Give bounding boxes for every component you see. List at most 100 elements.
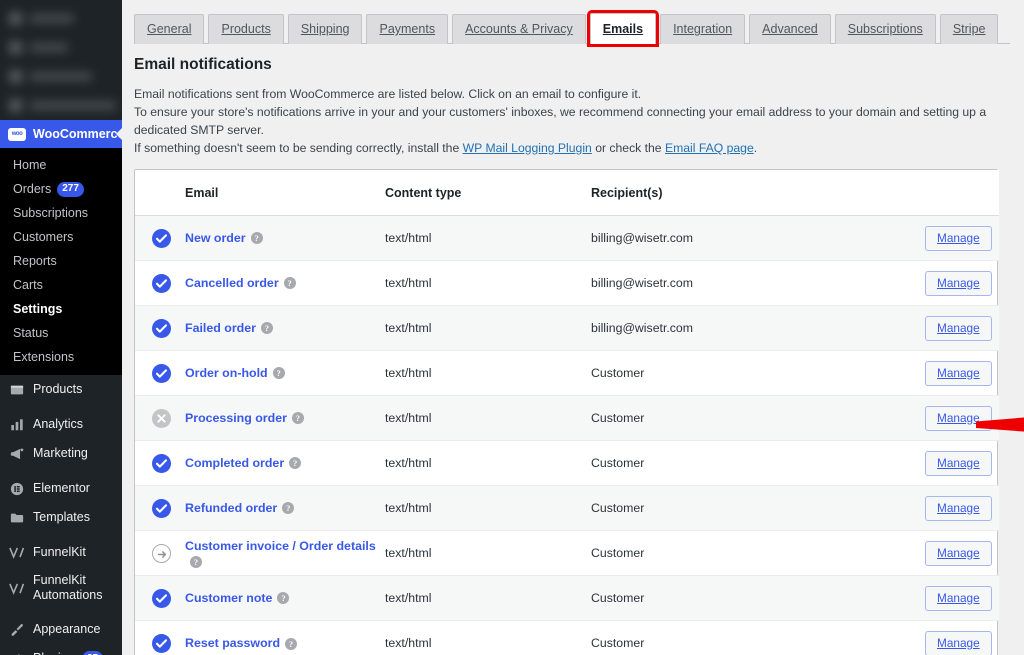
tab-products[interactable]: Products	[208, 14, 283, 44]
manage-button[interactable]: Manage	[925, 631, 992, 655]
row-status-cell	[135, 486, 185, 531]
manage-button[interactable]: Manage	[925, 451, 992, 476]
sidebar-subitem-orders[interactable]: Orders277	[0, 177, 122, 201]
obscured-icon	[9, 99, 22, 112]
help-tip-icon[interactable]: ?	[292, 412, 304, 424]
tab-advanced[interactable]: Advanced	[749, 14, 831, 44]
email-link[interactable]: Cancelled order	[185, 276, 279, 290]
help-tip-icon[interactable]: ?	[284, 277, 296, 289]
help-tip-icon[interactable]: ?	[261, 322, 273, 334]
check-circle-icon[interactable]	[152, 229, 171, 248]
email-link[interactable]: Failed order	[185, 321, 256, 335]
manage-button[interactable]: Manage	[925, 361, 992, 386]
row-content-type-cell: text/html	[385, 531, 591, 576]
tab-integration[interactable]: Integration	[660, 14, 745, 44]
x-circle-icon[interactable]	[152, 409, 171, 428]
column-header-recipients: Recipient(s)	[591, 170, 921, 216]
tab-stripe[interactable]: Stripe	[940, 14, 999, 44]
sidebar-item-funnelkit-automations[interactable]: FunnelKit Automations	[0, 567, 122, 609]
manage-button[interactable]: Manage	[925, 586, 992, 611]
obscured-item-3[interactable]	[0, 62, 122, 91]
sidebar-subitem-customers[interactable]: Customers	[0, 225, 122, 249]
email-link[interactable]: Refunded order	[185, 501, 277, 515]
row-content-type-cell: text/html	[385, 351, 591, 396]
sidebar-subitem-status[interactable]: Status	[0, 321, 122, 345]
email-faq-page-link[interactable]: Email FAQ page	[665, 141, 754, 155]
sidebar-subitem-subscriptions[interactable]: Subscriptions	[0, 201, 122, 225]
help-tip-icon[interactable]: ?	[251, 232, 263, 244]
check-circle-icon[interactable]	[152, 274, 171, 293]
tab-payments[interactable]: Payments	[366, 14, 448, 44]
tab-subscriptions[interactable]: Subscriptions	[835, 14, 936, 44]
sidebar-item-analytics[interactable]: Analytics	[0, 410, 122, 439]
tab-emails[interactable]: Emails	[590, 13, 656, 44]
email-link[interactable]: New order	[185, 231, 246, 245]
help-tip-icon[interactable]: ?	[289, 457, 301, 469]
sidebar-item-products[interactable]: Products	[0, 375, 122, 404]
sidebar-item-marketing[interactable]: Marketing	[0, 439, 122, 468]
sidebar-item-woocommerce[interactable]: woo WooCommerce	[0, 120, 122, 148]
sidebar-subitem-home[interactable]: Home	[0, 153, 122, 177]
email-link[interactable]: Completed order	[185, 456, 284, 470]
arrow-circle-icon[interactable]	[152, 544, 171, 563]
tab-accounts-privacy[interactable]: Accounts & Privacy	[452, 14, 586, 44]
email-link[interactable]: Customer invoice / Order details	[185, 539, 376, 553]
wp-mail-logging-plugin-link[interactable]: WP Mail Logging Plugin	[463, 141, 592, 155]
check-circle-icon[interactable]	[152, 364, 171, 383]
obscured-item-4[interactable]	[0, 91, 122, 120]
manage-button[interactable]: Manage	[925, 226, 992, 251]
row-status-cell	[135, 441, 185, 486]
row-status-cell	[135, 306, 185, 351]
obscured-item-1[interactable]	[0, 4, 122, 33]
page-description: Email notifications sent from WooCommerc…	[134, 85, 1024, 157]
tab-shipping[interactable]: Shipping	[288, 14, 363, 44]
sidebar-item-funnelkit[interactable]: FunnelKit	[0, 538, 122, 567]
obscured-item-2[interactable]	[0, 33, 122, 62]
check-circle-icon[interactable]	[152, 499, 171, 518]
table-row[interactable]: Customer note?text/htmlCustomerManage	[135, 576, 999, 621]
email-link[interactable]: Processing order	[185, 411, 287, 425]
help-tip-icon[interactable]: ?	[285, 638, 297, 650]
table-row[interactable]: Refunded order?text/htmlCustomerManage	[135, 486, 999, 531]
help-tip-icon[interactable]: ?	[277, 592, 289, 604]
check-circle-icon[interactable]	[152, 589, 171, 608]
sidebar-item-appearance[interactable]: Appearance	[0, 615, 122, 644]
row-email-cell: Cancelled order?	[185, 261, 385, 306]
help-tip-icon[interactable]: ?	[190, 556, 202, 568]
check-circle-icon[interactable]	[152, 319, 171, 338]
sidebar-item-plugins[interactable]: Plugins35	[0, 644, 122, 655]
table-row[interactable]: Cancelled order?text/htmlbilling@wisetr.…	[135, 261, 999, 306]
table-row[interactable]: Customer invoice / Order details? text/ht…	[135, 531, 999, 576]
table-row[interactable]: Reset password?text/htmlCustomerManage	[135, 621, 999, 655]
help-tip-icon[interactable]: ?	[282, 502, 294, 514]
email-link[interactable]: Reset password	[185, 636, 280, 650]
sidebar-subitem-settings[interactable]: Settings	[0, 297, 122, 321]
sidebar-subitem-carts[interactable]: Carts	[0, 273, 122, 297]
wp-admin-sidebar: woo WooCommerce HomeOrders277Subscriptio…	[0, 0, 122, 655]
check-circle-icon[interactable]	[152, 454, 171, 473]
help-tip-icon[interactable]: ?	[273, 367, 285, 379]
row-content-type-cell: text/html	[385, 396, 591, 441]
table-row[interactable]: New order?text/htmlbilling@wisetr.comMan…	[135, 216, 999, 261]
email-link[interactable]: Customer note	[185, 591, 272, 605]
table-row[interactable]: Order on-hold?text/htmlCustomerManage	[135, 351, 999, 396]
table-row[interactable]: Processing order?text/htmlCustomerManage	[135, 396, 999, 441]
manage-button[interactable]: Manage	[925, 406, 992, 431]
manage-button[interactable]: Manage	[925, 496, 992, 521]
manage-button[interactable]: Manage	[925, 316, 992, 341]
column-header-email: Email	[185, 170, 385, 216]
table-row[interactable]: Failed order?text/htmlbilling@wisetr.com…	[135, 306, 999, 351]
email-link[interactable]: Order on-hold	[185, 366, 268, 380]
table-row[interactable]: Completed order?text/htmlCustomerManage	[135, 441, 999, 486]
tab-label: Emails	[603, 23, 643, 36]
check-circle-icon[interactable]	[152, 634, 171, 653]
sidebar-item-templates[interactable]: Templates	[0, 503, 122, 532]
sidebar-item-elementor[interactable]: Elementor	[0, 474, 122, 503]
sidebar-subitem-reports[interactable]: Reports	[0, 249, 122, 273]
tab-general[interactable]: General	[134, 14, 204, 44]
manage-button[interactable]: Manage	[925, 541, 992, 566]
sidebar-subitem-extensions[interactable]: Extensions	[0, 345, 122, 369]
row-status-cell	[135, 576, 185, 621]
manage-button[interactable]: Manage	[925, 271, 992, 296]
row-status-cell	[135, 261, 185, 306]
